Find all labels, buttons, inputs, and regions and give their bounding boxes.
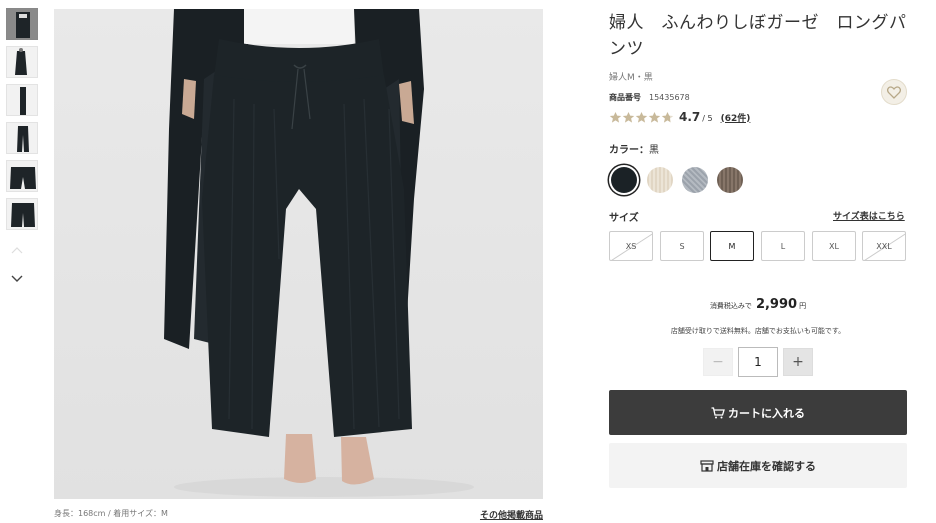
tax-label: 消費税込みで [709,302,752,310]
rating-max: / 5 [702,114,713,123]
color-label-text: カラー： [609,145,649,156]
product-subcategory: 婦人M・黒 [609,73,653,83]
color-swatch-black[interactable] [611,167,637,193]
thumbnail-4[interactable] [6,122,38,154]
size-chart-link[interactable]: サイズ表はこちら [833,209,905,222]
size-option-label: XS [625,241,637,251]
thumbnail-5[interactable] [6,160,38,192]
size-option-label: L [780,241,786,251]
size-option-xs[interactable]: XS [609,231,653,261]
quantity-increase-button[interactable]: + [783,348,813,376]
rating-score: 4.7 [679,110,701,124]
thumbnail-2[interactable] [6,46,38,78]
image-caption: 身長：168cm / 着用サイズ：M [54,509,168,518]
thumbnail-1[interactable] [6,8,38,40]
favorite-button[interactable] [881,79,907,105]
store-icon [700,459,714,472]
size-label: サイズ [609,213,639,224]
star-icon [609,111,622,123]
selected-color: 黒 [649,145,659,156]
color-swatch-gray[interactable] [682,167,708,193]
color-label: カラー：黒 [609,141,659,156]
size-option-s[interactable]: S [660,231,704,261]
product-number-value: 15435678 [649,93,690,102]
color-swatch-ivory[interactable] [647,167,673,193]
review-count-link[interactable]: (62件) [721,111,751,124]
other-items-link[interactable]: その他掲載商品 [480,508,543,521]
check-store-stock-button[interactable]: 店舗在庫を確認する [609,443,907,488]
rating-row: 4.7 / 5 (62件) [609,109,750,125]
color-swatch-brown[interactable] [717,167,743,193]
quantity-decrease-button[interactable]: − [703,348,733,376]
star-icon [635,111,648,123]
thumbnail-6[interactable] [6,198,38,230]
product-title: 婦人 ふんわりしぼガーゼ ロングパンツ [609,13,907,59]
shipping-note: 店舗受け取りで送料無料。店舗でお支払いも可能です。 [670,327,846,335]
price-unit: 円 [799,302,807,310]
product-number: 商品番号 15435678 [609,92,690,103]
quantity-input[interactable] [738,347,778,377]
size-option-m[interactable]: M [710,231,754,261]
add-to-cart-button[interactable]: カートに入れる [609,390,907,435]
size-option-label: S [679,241,685,251]
size-option-label: M [728,241,736,251]
add-to-cart-label: カートに入れる [728,406,805,420]
size-option-l[interactable]: L [761,231,805,261]
star-icon [661,111,674,123]
check-store-stock-label: 店舗在庫を確認する [717,459,816,473]
heart-icon [887,85,901,99]
price-row: 消費税込みで 2,990 円 [609,297,907,312]
chevron-up-icon[interactable] [10,245,24,255]
rating-stars [609,111,674,124]
cart-icon [711,406,725,418]
product-number-label: 商品番号 [609,93,641,102]
size-option-xxl[interactable]: XXL [862,231,906,261]
chevron-down-icon[interactable] [10,274,24,284]
star-icon [648,111,661,123]
star-icon [622,111,635,123]
size-option-label: XL [829,241,839,251]
thumbnail-3[interactable] [6,84,38,116]
size-option-xl[interactable]: XL [812,231,856,261]
size-option-label: XXL [876,241,892,251]
price-amount: 2,990 [755,297,798,312]
main-product-image[interactable] [54,9,543,499]
